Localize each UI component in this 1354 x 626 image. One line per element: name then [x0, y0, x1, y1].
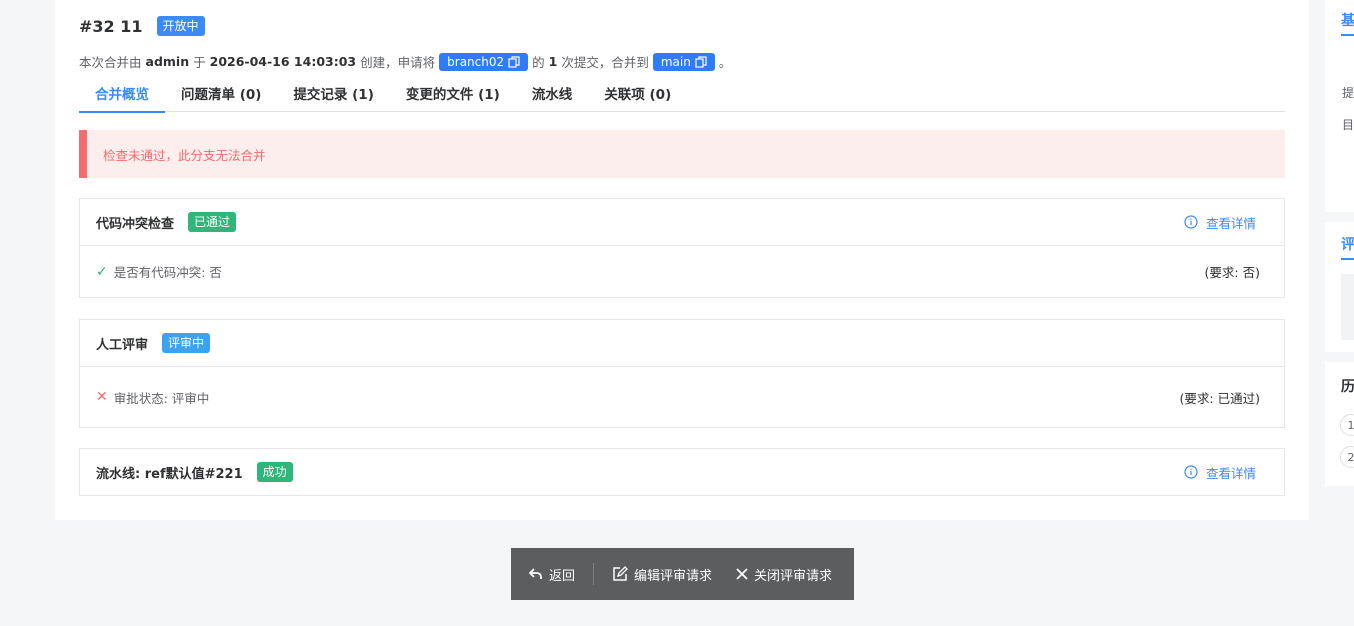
check-name: 代码冲突检查: [96, 216, 175, 232]
copy-icon[interactable]: [508, 55, 520, 68]
cross-icon: ✕: [96, 389, 108, 405]
history-step: 1: [1340, 414, 1354, 436]
meta-of: 的: [532, 55, 545, 70]
view-details-label: 查看详情: [1205, 465, 1256, 481]
history-title: 历: [1341, 379, 1354, 395]
manual-review-card: 人工评审 评审中 ✕ 审批状态: 评审中 (要求: 已通过): [79, 319, 1285, 428]
edit-review-label: 编辑评审请求: [634, 568, 713, 584]
history-step: 2: [1340, 446, 1354, 468]
title-row: #32 11 开放中: [79, 16, 205, 36]
basic-info-title: 基: [1341, 13, 1354, 29]
bottom-action-bar: 返回 编辑评审请求 关闭评审请求: [511, 548, 854, 600]
check-requirement: (要求: 已通过): [1179, 390, 1260, 406]
view-details-link[interactable]: 查看详情: [1184, 463, 1256, 482]
edit-review-button[interactable]: 编辑评审请求: [612, 565, 712, 584]
title-underline: [1341, 258, 1354, 260]
tab-pipeline[interactable]: 流水线: [516, 82, 589, 111]
basic-info-line: 提: [1342, 86, 1354, 100]
meta-author: admin: [145, 54, 190, 69]
meta-commit-count: 1: [548, 54, 558, 69]
review-placeholder: [1341, 274, 1354, 340]
meta-datetime: 2026-04-16 14:03:03: [209, 54, 357, 69]
view-details-label: 查看详情: [1205, 215, 1256, 231]
page-title: #32 11: [79, 16, 143, 36]
conflict-check-card: 代码冲突检查 已通过 查看详情 ✓ 是否有代码冲突: 否 (要求: 否): [79, 198, 1285, 298]
history-card: 历 1 2: [1325, 362, 1354, 486]
meta-end: 。: [718, 55, 732, 70]
source-branch-name: branch02: [447, 54, 505, 69]
basic-info-card: 基 提 目: [1325, 0, 1354, 212]
tab-related[interactable]: 关联项 (0): [588, 82, 687, 111]
target-branch-tag: main: [652, 52, 715, 71]
check-name: 流水线: ref默认值#221: [96, 466, 243, 482]
check-name: 人工评审: [96, 337, 149, 353]
alert-text: 检查未通过，此分支无法合并: [103, 147, 266, 163]
close-review-button[interactable]: 关闭评审请求: [736, 565, 832, 584]
basic-info-line: 目: [1342, 118, 1354, 132]
meta-commit-text: 次提交，合并到: [561, 55, 649, 70]
check-body: ✓ 是否有代码冲突: 否 (要求: 否): [80, 245, 1284, 297]
check-status-badge: 已通过: [188, 212, 237, 232]
back-label: 返回: [549, 568, 576, 584]
tab-issues[interactable]: 问题清单 (0): [165, 82, 277, 111]
target-branch-name: main: [660, 54, 691, 69]
review-card: 评: [1325, 222, 1354, 352]
history-step-label: 1: [1347, 418, 1354, 432]
history-step-label: 2: [1347, 450, 1354, 464]
tab-changed-files[interactable]: 变更的文件 (1): [390, 82, 516, 111]
check-item-text: 是否有代码冲突: 否: [113, 265, 222, 280]
tab-overview[interactable]: 合并概览: [79, 82, 165, 113]
back-button[interactable]: 返回: [529, 565, 575, 584]
meta-created: 创建，申请将: [360, 55, 436, 70]
check-body: ✕ 审批状态: 评审中 (要求: 已通过): [80, 366, 1284, 427]
close-review-label: 关闭评审请求: [754, 568, 833, 584]
check-header: 流水线: ref默认值#221 成功 查看详情: [80, 449, 1284, 495]
review-title: 评: [1341, 237, 1354, 253]
status-badge: 开放中: [156, 16, 205, 36]
check-header: 人工评审 评审中: [80, 320, 1284, 366]
check-status-badge: 评审中: [162, 333, 211, 353]
info-icon: [1184, 215, 1198, 229]
close-icon: [736, 568, 748, 580]
tab-bar: 合并概览 问题清单 (0) 提交记录 (1) 变更的文件 (1) 流水线 关联项…: [79, 82, 1285, 113]
info-icon: [1184, 465, 1198, 479]
tab-commits[interactable]: 提交记录 (1): [277, 82, 389, 111]
title-underline: [1341, 34, 1354, 36]
view-details-link[interactable]: 查看详情: [1184, 213, 1256, 232]
check-status-badge: 成功: [256, 462, 293, 482]
check-header: 代码冲突检查 已通过 查看详情: [80, 199, 1284, 245]
check-requirement: (要求: 否): [1204, 265, 1260, 280]
merge-meta: 本次合并由 admin 于 2026-04-16 14:03:03 创建，申请将…: [79, 52, 731, 71]
check-item-text: 审批状态: 评审中: [113, 390, 210, 406]
divider: [593, 563, 595, 585]
edit-icon: [613, 566, 628, 581]
merge-blocked-alert: 检查未通过，此分支无法合并: [79, 130, 1285, 178]
back-arrow-icon: [529, 568, 542, 579]
copy-icon[interactable]: [695, 55, 707, 68]
meta-at: 于: [193, 55, 206, 70]
check-mark-icon: ✓: [96, 263, 108, 280]
source-branch-tag: branch02: [439, 52, 529, 71]
merge-request-panel: #32 11 开放中 本次合并由 admin 于 2026-04-16 14:0…: [55, 0, 1309, 520]
pipeline-check-card: 流水线: ref默认值#221 成功 查看详情: [79, 448, 1285, 496]
meta-prefix: 本次合并由: [79, 55, 142, 70]
